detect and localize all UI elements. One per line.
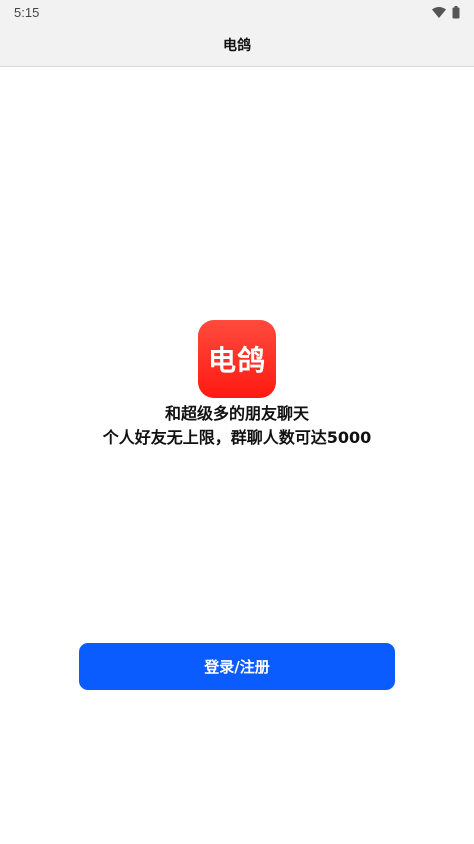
app-bar: 电鸽 xyxy=(0,24,474,67)
screen: 5:15 电鸽 电鸽 和超级多的朋友聊天 个人好友无上限，群聊人数可达5000 xyxy=(0,0,474,844)
battery-icon xyxy=(452,5,460,19)
tagline-line-1: 和超级多的朋友聊天 xyxy=(164,404,309,423)
status-bar: 5:15 xyxy=(0,0,474,24)
app-logo: 电鸽 xyxy=(198,320,276,398)
status-time: 5:15 xyxy=(14,4,40,20)
hero-section: 电鸽 和超级多的朋友聊天 个人好友无上限，群聊人数可达5000 xyxy=(0,320,474,450)
status-icons xyxy=(432,5,460,19)
wifi-icon xyxy=(432,6,446,18)
page-title: 电鸽 xyxy=(223,38,251,54)
tagline: 和超级多的朋友聊天 个人好友无上限，群聊人数可达5000 xyxy=(103,402,372,450)
app-logo-text: 电鸽 xyxy=(207,344,266,377)
tagline-line-2: 个人好友无上限，群聊人数可达5000 xyxy=(102,428,372,447)
login-register-button[interactable]: 登录/注册 xyxy=(79,643,395,690)
